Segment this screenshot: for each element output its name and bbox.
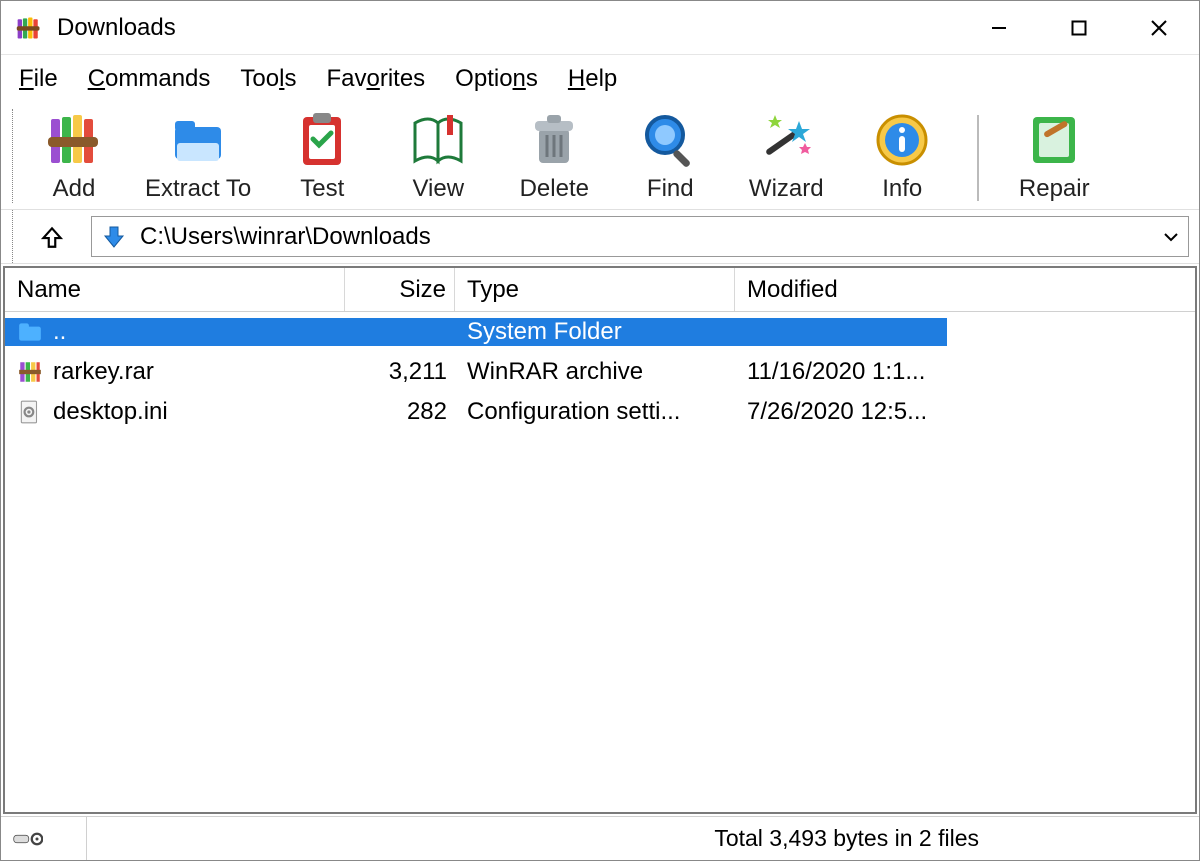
info-label: Info	[882, 175, 922, 203]
delete-label: Delete	[520, 175, 589, 203]
file-name: desktop.ini	[53, 398, 168, 426]
file-list: Name Size Type Modified .. System Folder	[3, 266, 1197, 814]
find-label: Find	[647, 175, 694, 203]
info-icon	[871, 109, 933, 171]
address-bar[interactable]: C:\Users\winrar\Downloads	[91, 216, 1189, 257]
repair-label: Repair	[1019, 175, 1090, 203]
view-book-icon	[407, 109, 469, 171]
repair-button[interactable]: Repair	[1009, 109, 1099, 203]
rar-file-icon	[17, 359, 43, 385]
extract-to-label: Extract To	[145, 175, 251, 203]
extract-folder-icon	[167, 109, 229, 171]
address-row: C:\Users\winrar\Downloads	[1, 210, 1199, 264]
toolbar: Add Extract To Test	[1, 103, 1199, 210]
chevron-down-icon	[1162, 228, 1180, 246]
menu-help[interactable]: Help	[568, 65, 617, 93]
info-button[interactable]: Info	[857, 109, 947, 203]
status-bar: Total 3,493 bytes in 2 files	[1, 816, 1199, 860]
file-size: 282	[345, 398, 455, 426]
file-modified: 11/16/2020 1:1...	[735, 358, 1195, 386]
winrar-app-icon	[15, 14, 43, 42]
toolbar-separator	[977, 115, 979, 201]
menu-options[interactable]: Options	[455, 65, 538, 93]
toolbar-grip[interactable]	[1, 109, 13, 203]
menu-tools[interactable]: Tools	[240, 65, 296, 93]
column-header-type[interactable]: Type	[455, 268, 735, 311]
file-type: WinRAR archive	[455, 358, 735, 386]
wizard-label: Wizard	[749, 175, 824, 203]
delete-button[interactable]: Delete	[509, 109, 599, 203]
ini-file-icon	[17, 399, 43, 425]
menu-bar: File Commands Tools Favorites Options He…	[1, 55, 1199, 103]
up-arrow-icon	[39, 224, 65, 250]
table-row[interactable]: rarkey.rar 3,211 WinRAR archive 11/16/20…	[5, 352, 1195, 392]
address-grip[interactable]	[1, 210, 13, 263]
address-path: C:\Users\winrar\Downloads	[140, 223, 1150, 251]
test-clipboard-icon	[291, 109, 353, 171]
file-name: ..	[53, 318, 66, 346]
close-button[interactable]	[1119, 1, 1199, 54]
wizard-button[interactable]: Wizard	[741, 109, 831, 203]
find-magnifier-icon	[639, 109, 701, 171]
file-size	[345, 318, 455, 346]
column-header-name[interactable]: Name	[5, 268, 345, 311]
menu-commands[interactable]: Commands	[88, 65, 211, 93]
menu-favorites[interactable]: Favorites	[326, 65, 425, 93]
add-button[interactable]: Add	[29, 109, 119, 203]
status-summary: Total 3,493 bytes in 2 files	[714, 825, 1199, 852]
down-arrow-icon	[100, 223, 128, 251]
go-up-button[interactable]	[13, 210, 91, 263]
menu-file[interactable]: File	[19, 65, 58, 93]
file-list-body[interactable]: .. System Folder rarkey.rar 3,211 WinRAR…	[5, 312, 1195, 812]
test-label: Test	[300, 175, 344, 203]
file-name: rarkey.rar	[53, 358, 154, 386]
column-header-size[interactable]: Size	[345, 268, 455, 311]
security-lock-icon[interactable]	[9, 817, 87, 860]
wizard-wand-icon	[755, 109, 817, 171]
add-archive-icon	[43, 109, 105, 171]
window-title: Downloads	[57, 14, 959, 42]
view-button[interactable]: View	[393, 109, 483, 203]
repair-icon	[1023, 109, 1085, 171]
find-button[interactable]: Find	[625, 109, 715, 203]
title-bar: Downloads	[1, 1, 1199, 55]
minimize-button[interactable]	[959, 1, 1039, 54]
window-controls	[959, 1, 1199, 54]
file-type: Configuration setti...	[455, 398, 735, 426]
folder-up-icon	[17, 319, 43, 345]
file-size: 3,211	[345, 358, 455, 386]
view-label: View	[412, 175, 464, 203]
table-row[interactable]: desktop.ini 282 Configuration setti... 7…	[5, 392, 1195, 432]
menu-file-rest: ile	[34, 65, 58, 92]
test-button[interactable]: Test	[277, 109, 367, 203]
file-list-header: Name Size Type Modified	[5, 268, 1195, 312]
extract-to-button[interactable]: Extract To	[145, 109, 251, 203]
address-dropdown-button[interactable]	[1162, 228, 1180, 246]
table-row[interactable]: .. System Folder	[5, 312, 1195, 352]
file-modified	[735, 318, 947, 346]
column-header-modified[interactable]: Modified	[735, 268, 1195, 311]
delete-trash-icon	[523, 109, 585, 171]
file-type: System Folder	[455, 318, 735, 346]
maximize-button[interactable]	[1039, 1, 1119, 54]
add-label: Add	[53, 175, 96, 203]
file-modified: 7/26/2020 12:5...	[735, 398, 1195, 426]
